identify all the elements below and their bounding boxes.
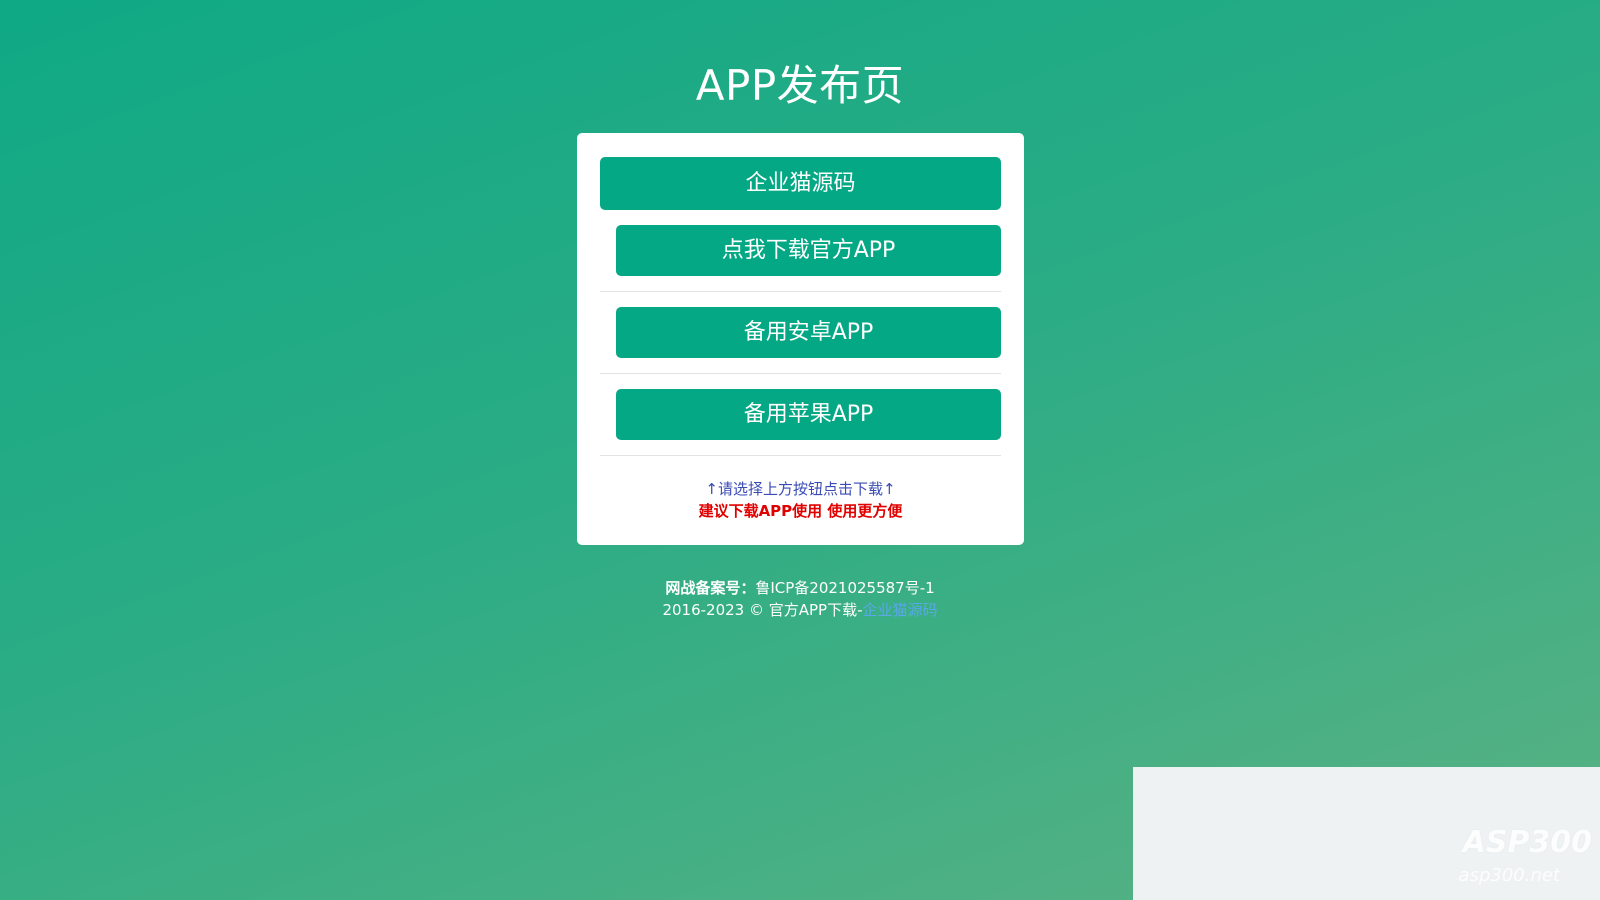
- divider: [600, 291, 1001, 292]
- download-official-app-button[interactable]: 点我下载官方APP: [616, 225, 1001, 276]
- icp-label: 网战备案号：: [665, 579, 756, 597]
- brand-button[interactable]: 企业猫源码: [600, 157, 1001, 210]
- download-card: 企业猫源码 点我下载官方APP 备用安卓APP 备用苹果APP ↑请选择上方按钮…: [577, 133, 1024, 545]
- divider: [600, 455, 1001, 456]
- copyright: 2016-2023 © 官方APP下载-企业猫源码: [0, 599, 1600, 620]
- backup-ios-app-button[interactable]: 备用苹果APP: [616, 389, 1001, 440]
- watermark-logo: ASP300: [1462, 825, 1592, 860]
- copyright-text: 2016-2023 © 官方APP下载-: [662, 601, 863, 619]
- download-hint: ↑请选择上方按钮点击下载↑: [705, 480, 896, 498]
- icp-record: 网战备案号：鲁ICP备2021025587号-1: [0, 577, 1600, 598]
- page-title: APP发布页: [695, 61, 905, 110]
- copyright-link[interactable]: 企业猫源码: [863, 601, 938, 619]
- recommend-text: 建议下载APP使用 使用更方便: [698, 502, 903, 520]
- watermark-panel: ASP300 asp300.net: [1133, 767, 1600, 900]
- backup-android-app-button[interactable]: 备用安卓APP: [616, 307, 1001, 358]
- icp-value[interactable]: 鲁ICP备2021025587号-1: [755, 579, 934, 597]
- watermark-url: asp300.net: [1458, 865, 1560, 886]
- divider: [600, 373, 1001, 374]
